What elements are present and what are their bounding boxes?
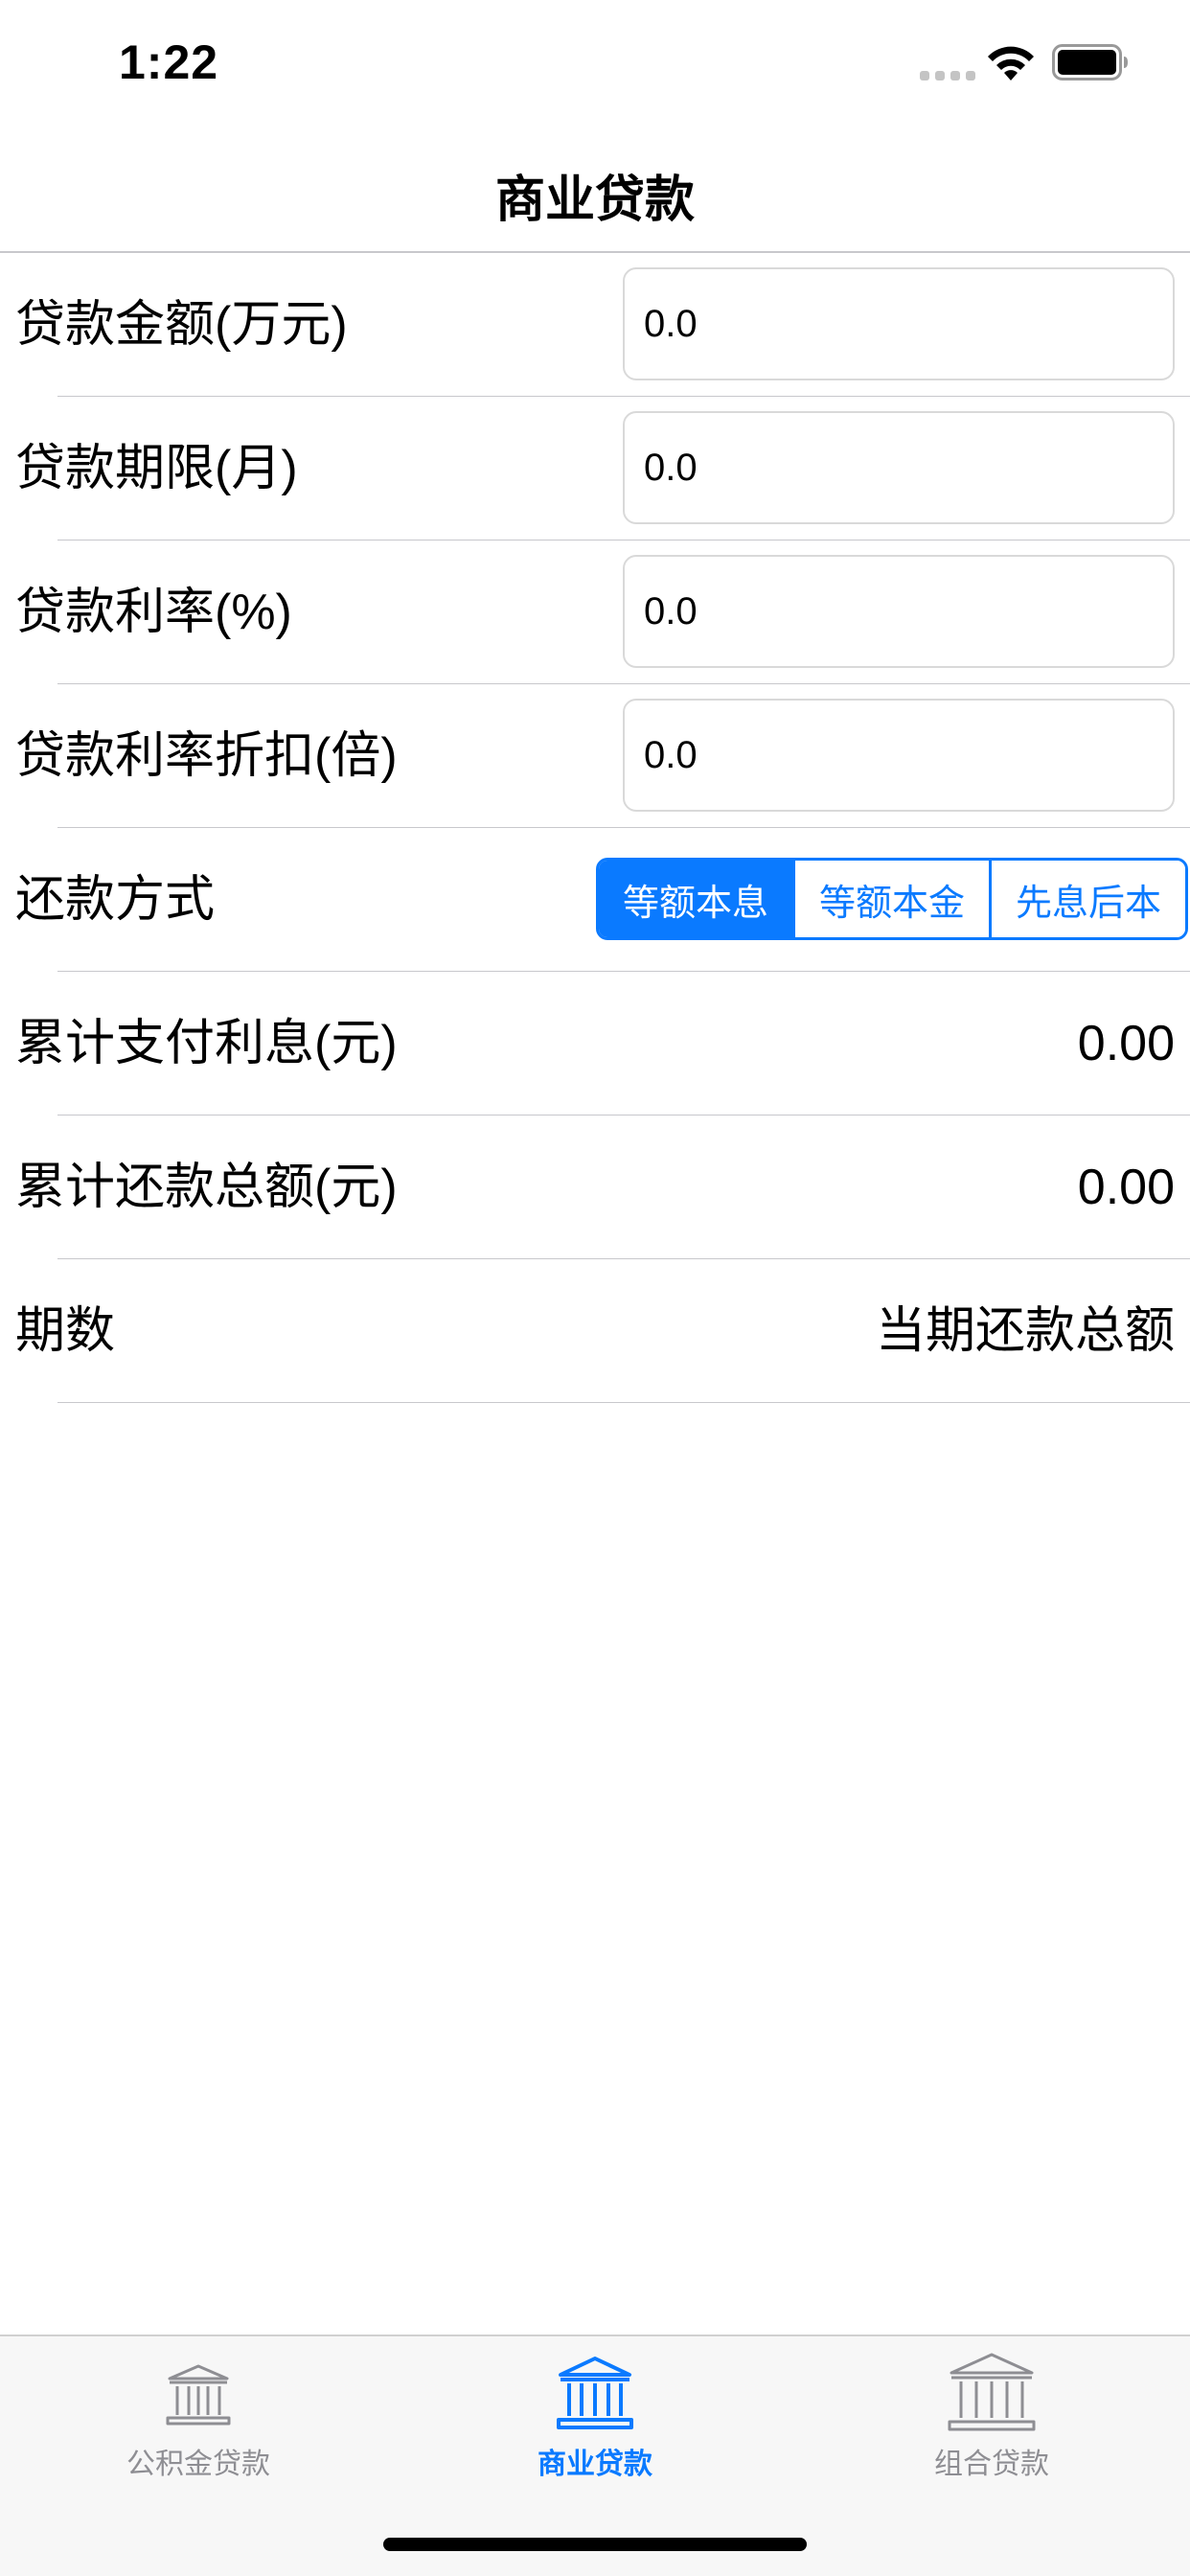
- wifi-icon: [988, 46, 1034, 80]
- tab-commercial-loan[interactable]: 商业贷款: [397, 2336, 793, 2499]
- segment-equal-principal[interactable]: 等额本金: [792, 861, 989, 937]
- period-payment-column-header: 当期还款总额: [875, 1303, 1175, 1359]
- tab-combined-loan[interactable]: 组合贷款: [793, 2336, 1190, 2499]
- loan-form: 贷款金额(万元) 贷款期限(月) 贷款利率(%) 贷款利率折扣(倍) 还款方式 …: [0, 253, 1190, 1403]
- repayment-method-row: 还款方式 等额本息 等额本金 先息后本: [0, 828, 1190, 972]
- cellular-signal-icon: [920, 71, 975, 80]
- rate-discount-label: 贷款利率折扣(倍): [15, 728, 398, 784]
- interest-rate-input[interactable]: [623, 555, 1175, 668]
- total-interest-value: 0.00: [1077, 1016, 1175, 1071]
- loan-amount-input[interactable]: [623, 267, 1175, 380]
- loan-term-label: 贷款期限(月): [15, 441, 298, 496]
- loan-term-row: 贷款期限(月): [0, 397, 1190, 540]
- loan-amount-row: 贷款金额(万元): [0, 253, 1190, 397]
- rate-discount-row: 贷款利率折扣(倍): [0, 684, 1190, 828]
- period-column-header: 期数: [15, 1303, 116, 1359]
- bank-icon: [166, 2364, 231, 2426]
- bank-icon: [557, 2357, 633, 2429]
- total-interest-label: 累计支付利息(元): [15, 1016, 398, 1071]
- rate-discount-input[interactable]: [623, 699, 1175, 812]
- total-repayment-value: 0.00: [1077, 1160, 1175, 1215]
- tab-provident-fund-loan[interactable]: 公积金贷款: [0, 2336, 397, 2499]
- total-interest-row: 累计支付利息(元) 0.00: [0, 972, 1190, 1116]
- loan-term-input[interactable]: [623, 411, 1175, 524]
- interest-rate-row: 贷款利率(%): [0, 540, 1190, 684]
- tab-label: 组合贷款: [934, 2449, 1049, 2480]
- tab-label: 商业贷款: [538, 2449, 652, 2480]
- total-repayment-label: 累计还款总额(元): [15, 1160, 398, 1215]
- repayment-method-label: 还款方式: [15, 872, 216, 928]
- page-title: 商业贷款: [494, 172, 695, 228]
- battery-icon: [1052, 44, 1128, 80]
- interest-rate-label: 贷款利率(%): [15, 585, 292, 640]
- segment-interest-first[interactable]: 先息后本: [989, 861, 1185, 937]
- loan-amount-label: 贷款金额(万元): [15, 297, 348, 353]
- home-indicator: [383, 2538, 807, 2551]
- status-bar: 1:22: [0, 0, 1190, 126]
- bank-icon: [948, 2353, 1036, 2431]
- period-header-row: 期数 当期还款总额: [0, 1259, 1190, 1403]
- tab-label: 公积金贷款: [126, 2449, 270, 2480]
- navigation-bar: 商业贷款: [0, 126, 1190, 253]
- repayment-method-segmented-control: 等额本息 等额本金 先息后本: [596, 858, 1188, 940]
- status-time: 1:22: [119, 35, 219, 89]
- total-repayment-row: 累计还款总额(元) 0.00: [0, 1116, 1190, 1259]
- segment-equal-installment[interactable]: 等额本息: [599, 861, 792, 937]
